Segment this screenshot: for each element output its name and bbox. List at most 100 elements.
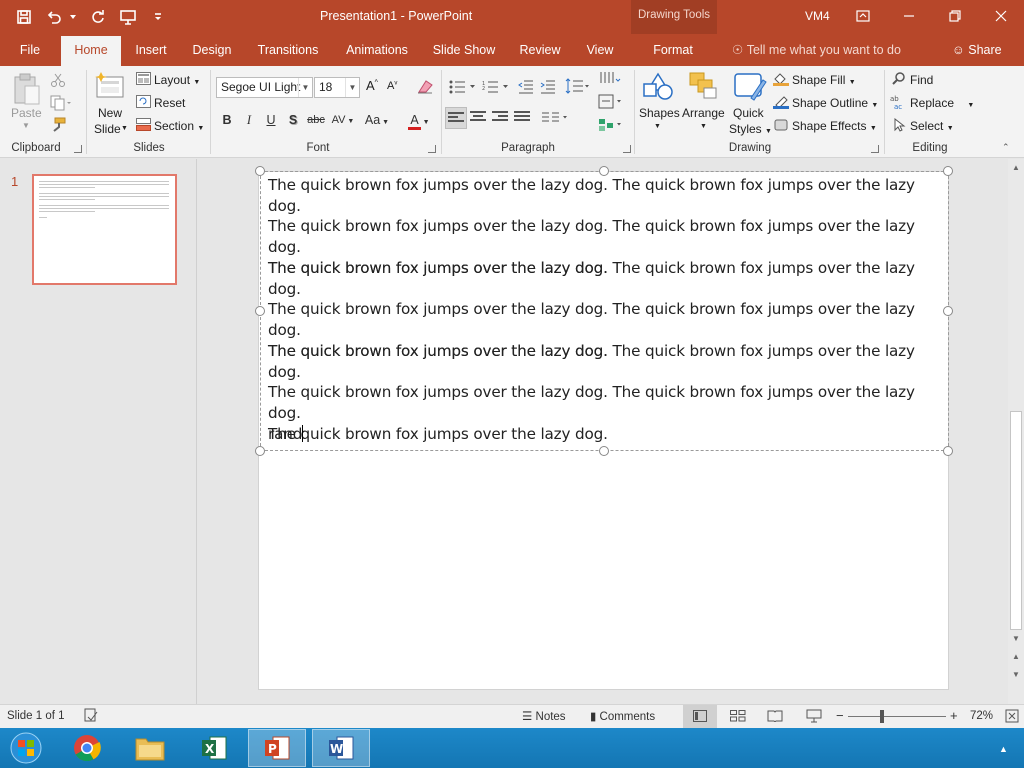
tab-view[interactable]: View [580, 34, 620, 66]
user-name[interactable]: VM4 [805, 9, 830, 23]
collapse-ribbon-icon[interactable]: ⌃ [1002, 142, 1010, 153]
slide-count[interactable]: Slide 1 of 1 [7, 710, 65, 722]
close-icon[interactable] [978, 0, 1024, 32]
text-direction-icon[interactable] [598, 71, 624, 90]
slide-sorter-icon[interactable] [730, 710, 746, 725]
arrange-button[interactable]: Arrange [682, 106, 725, 120]
shape-outline-button[interactable]: Shape Outline ▼ [792, 96, 878, 110]
previous-slide-icon[interactable]: ▲ [1009, 650, 1023, 664]
tab-home[interactable]: Home [61, 36, 121, 66]
chrome-icon[interactable] [58, 729, 116, 767]
paste-dropdown-icon[interactable]: ▼ [22, 121, 30, 130]
change-case-button[interactable]: Aa ▼ [361, 110, 393, 130]
new-slide-label[interactable]: Slide [94, 122, 121, 136]
arrange-icon[interactable] [688, 70, 720, 105]
shapes-button[interactable]: Shapes [639, 106, 680, 120]
next-slide-icon[interactable]: ▼ [1009, 668, 1023, 682]
zoom-slider[interactable] [848, 716, 946, 717]
quick-styles-label[interactable]: Styles ▼ [729, 122, 772, 136]
resize-handle[interactable] [599, 446, 609, 456]
slide-thumbnail[interactable] [32, 174, 177, 285]
layout-button[interactable]: Layout ▼ [154, 73, 200, 87]
resize-handle[interactable] [255, 306, 265, 316]
convert-to-smartart-icon[interactable] [598, 117, 624, 136]
cut-icon[interactable] [50, 72, 66, 91]
tab-file[interactable]: File [10, 34, 50, 66]
zoom-level[interactable]: 72% [970, 710, 993, 722]
paragraph-launcher-icon[interactable] [623, 145, 631, 153]
tab-insert[interactable]: Insert [128, 34, 174, 66]
shapes-icon[interactable] [640, 70, 676, 105]
bullets-icon[interactable] [449, 80, 477, 97]
notes-button[interactable]: ☰ Notes [522, 709, 566, 723]
file-explorer-icon[interactable] [121, 729, 179, 767]
normal-view-button[interactable] [683, 705, 717, 728]
fit-slide-icon[interactable] [1005, 709, 1019, 726]
copy-icon[interactable] [50, 95, 72, 114]
font-family-combo[interactable]: Segoe UI Light ▼ [216, 77, 313, 98]
show-hidden-icons-icon[interactable]: ▲ [999, 744, 1008, 754]
redo-icon[interactable] [66, 5, 80, 29]
numbering-icon[interactable]: 12 [482, 80, 510, 97]
customize-qat-icon[interactable] [146, 5, 170, 29]
shape-fill-button[interactable]: Shape Fill ▼ [792, 73, 856, 87]
shrink-font-icon[interactable]: Av [387, 80, 397, 92]
resize-handle[interactable] [943, 166, 953, 176]
font-launcher-icon[interactable] [428, 145, 436, 153]
font-size-combo[interactable]: 18 ▼ [314, 77, 360, 98]
shape-effects-button[interactable]: Shape Effects ▼ [792, 119, 877, 133]
justify-button[interactable] [512, 107, 534, 129]
chevron-down-icon[interactable]: ▼ [345, 78, 359, 97]
tab-review[interactable]: Review [514, 34, 566, 66]
spell-check-icon[interactable] [84, 708, 98, 725]
start-from-beginning-icon[interactable] [116, 5, 140, 29]
section-button[interactable]: Section ▼ [154, 119, 204, 133]
resize-handle[interactable] [943, 306, 953, 316]
reset-button[interactable]: Reset [154, 96, 185, 110]
clear-formatting-icon[interactable] [416, 78, 434, 97]
quick-styles-icon[interactable] [733, 70, 767, 105]
repeat-icon[interactable] [86, 5, 110, 29]
font-color-button[interactable]: A ▼ [402, 110, 436, 130]
line-spacing-icon[interactable] [565, 78, 591, 97]
arrange-dropdown-icon[interactable]: ▼ [700, 123, 707, 130]
paste-icon[interactable] [12, 72, 42, 109]
restore-icon[interactable] [932, 0, 978, 32]
columns-button[interactable] [538, 107, 572, 129]
powerpoint-icon[interactable]: P [248, 729, 306, 767]
italic-button[interactable]: I [239, 110, 259, 130]
minimize-icon[interactable] [886, 0, 932, 32]
scrollbar-thumb[interactable] [1010, 411, 1022, 630]
comments-button[interactable]: ▮ Comments [590, 709, 655, 723]
start-orb-icon[interactable] [0, 729, 52, 767]
strikethrough-button[interactable]: abc [305, 110, 327, 130]
align-center-button[interactable] [468, 107, 490, 129]
new-slide-dropdown-icon[interactable]: ▼ [121, 125, 128, 132]
quick-styles-button[interactable]: Quick [733, 106, 764, 120]
paste-button[interactable]: Paste [11, 106, 42, 120]
undo-icon[interactable] [42, 5, 66, 29]
slide-show-icon[interactable] [806, 709, 822, 726]
excel-icon[interactable]: X [185, 729, 243, 767]
resize-handle[interactable] [255, 166, 265, 176]
ribbon-display-options-icon[interactable] [840, 0, 886, 32]
reading-view-icon[interactable] [767, 710, 783, 725]
text-paragraph[interactable]: rand [268, 424, 938, 445]
align-right-button[interactable] [490, 107, 512, 129]
replace-button[interactable]: Replace ▼ [910, 96, 974, 110]
tab-slide-show[interactable]: Slide Show [430, 34, 498, 66]
align-text-icon[interactable] [598, 94, 624, 113]
bold-button[interactable]: B [217, 110, 237, 130]
share-button[interactable]: ☺ Share [952, 34, 1002, 66]
character-spacing-button[interactable]: AV ▼ [329, 110, 357, 130]
text-shadow-button[interactable]: S [283, 110, 303, 130]
zoom-in-button[interactable]: + [950, 708, 958, 723]
tab-animations[interactable]: Animations [338, 34, 416, 66]
increase-indent-icon[interactable] [540, 80, 556, 97]
save-icon[interactable] [12, 5, 36, 29]
tell-me-box[interactable]: ☉ Tell me what you want to do [732, 34, 901, 66]
drawing-launcher-icon[interactable] [871, 145, 879, 153]
new-slide-icon[interactable] [95, 71, 127, 102]
chevron-down-icon[interactable]: ▼ [298, 78, 312, 97]
find-button[interactable]: Find [910, 73, 933, 87]
